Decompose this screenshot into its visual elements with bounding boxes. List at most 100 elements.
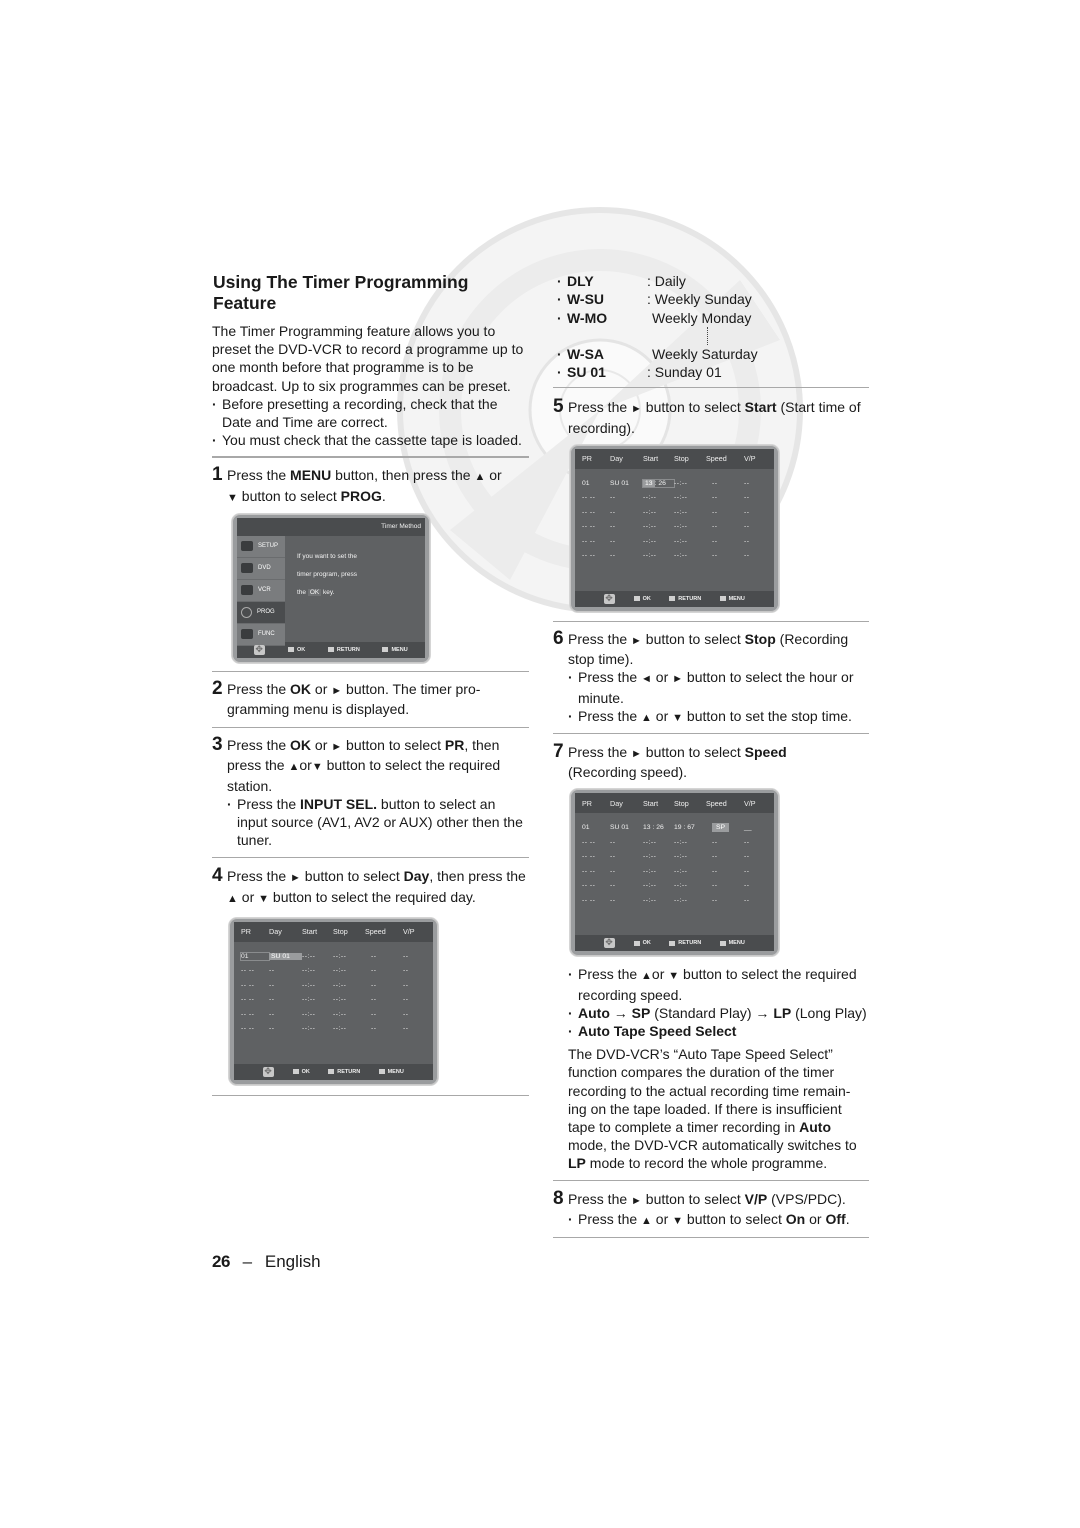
empty-pr-day: -- -- — [241, 996, 255, 1004]
empty-day: -- — [610, 508, 616, 516]
pr-label: PR — [444, 737, 465, 754]
day-value: SU 01 — [610, 479, 629, 487]
timer-row[interactable]: 01 SU 01 13: 26 --:-- -- -- — [575, 476, 774, 491]
empty-pr-day: -- -- — [582, 494, 596, 502]
right-column: DLY: Daily W-SU: Weekly Sunday W-MO Weekl… — [553, 272, 869, 1238]
timer-row-empty[interactable]: -- -- -- --:-- --:-- -- -- — [234, 1007, 433, 1022]
step-7-details: Press the ▲or ▼ button to select the req… — [553, 965, 869, 1172]
timer-row[interactable]: 01 SU 01 13 : 26 19 : 67 SP __ — [575, 820, 774, 835]
pr-value: 01 — [582, 824, 590, 832]
step-number: 4 — [212, 865, 223, 887]
col-header-pr: PR — [241, 927, 251, 937]
page-footer: 26 – English — [212, 1252, 321, 1272]
osd-tab-func[interactable]: FUNC — [237, 623, 285, 646]
empty-vp: -- — [403, 967, 409, 975]
col-header-speed: Speed — [706, 454, 727, 464]
osd-tab-vcr[interactable]: VCR — [237, 579, 285, 602]
step-8: 8 Press the ► button to select V/P (VPS/… — [553, 1188, 869, 1230]
empty-speed: -- — [371, 996, 377, 1004]
footer-label: RETURN — [678, 940, 702, 947]
step-bullet: Press the ▲ or ▼ button to select On or … — [568, 1210, 869, 1230]
empty-stop: --:-- — [333, 996, 347, 1004]
empty-speed: -- — [371, 981, 377, 989]
timer-row-empty[interactable]: -- -- -- --:-- --:-- -- -- — [234, 978, 433, 993]
osd-menu-screen: Timer Method SETUP DVD VCR PROG FUNC If … — [232, 513, 430, 663]
menu-key-label: MENU — [290, 467, 332, 484]
down-arrow-icon: ▼ — [668, 970, 680, 983]
timer-row-empty[interactable]: -- -- -- --:-- --:-- -- -- — [575, 893, 774, 908]
return-icon — [327, 647, 334, 653]
empty-stop: --:-- — [333, 967, 347, 975]
step-bullet: Auto Tape Speed Select — [568, 1022, 869, 1040]
clock-icon — [241, 606, 252, 618]
bullet-text: Press the — [578, 1210, 642, 1227]
up-arrow-icon: ▲ — [641, 1214, 652, 1227]
timer-row-empty[interactable]: -- -- -- --:-- --:-- -- -- — [575, 849, 774, 864]
empty-start: --:-- — [302, 1010, 316, 1018]
footer-label: OK — [296, 646, 306, 653]
timer-row-empty[interactable]: -- -- -- --:-- --:-- -- -- — [575, 548, 774, 563]
footer-label: OK — [642, 595, 651, 602]
footer-label: MENU — [387, 1068, 404, 1075]
osd-tab-dvd[interactable]: DVD — [237, 557, 285, 580]
bullet-text: (Standard Play) — [650, 1004, 756, 1021]
lp-label: LP — [568, 1155, 586, 1172]
up-arrow-icon: ▲ — [641, 970, 652, 983]
timer-row-empty[interactable]: -- -- -- --:-- --:-- -- -- — [575, 864, 774, 879]
step-bullet: Auto → SP (Standard Play) → LP (Long Pla… — [568, 1004, 869, 1022]
timer-row-empty[interactable]: -- -- -- --:-- --:-- -- -- — [234, 963, 433, 978]
day-option: W-SA Weekly Saturday — [555, 345, 869, 364]
timer-row-empty[interactable]: -- -- -- --:-- --:-- -- -- — [575, 835, 774, 850]
stop-value: --:-- — [674, 479, 688, 487]
osd-timer-screen-start: PR Day Start Stop Speed V/P 01 SU 01 13:… — [570, 444, 779, 612]
menu-icon — [719, 940, 726, 946]
col-header-speed: Speed — [365, 927, 386, 937]
timer-row-empty[interactable]: -- -- -- --:-- --:-- -- -- — [575, 490, 774, 505]
osd-tab-prog[interactable]: PROG — [237, 601, 285, 624]
col-header-day: Day — [610, 798, 623, 808]
navigation-icon — [604, 593, 616, 604]
timer-row[interactable]: 01 SU 01 --:-- --:-- -- -- — [234, 949, 433, 964]
empty-pr-day: -- -- — [582, 838, 596, 846]
paragraph-text: mode to record the whole programme. — [585, 1155, 828, 1172]
step-4: 4 Press the ► button to select Day, then… — [212, 865, 529, 907]
timer-row-empty[interactable]: -- -- -- --:-- --:-- -- -- — [234, 992, 433, 1007]
bullet-text: or — [651, 669, 673, 686]
step-text: (Recording speed). — [568, 764, 688, 781]
day-option: DLY: Daily — [555, 272, 869, 291]
empty-pr-day: -- -- — [582, 523, 596, 531]
off-label: Off — [825, 1210, 846, 1227]
empty-stop: --:-- — [333, 1010, 347, 1018]
bullet-text: button to select — [683, 1210, 786, 1227]
timer-row-empty[interactable]: -- -- -- --:-- --:-- -- -- — [575, 505, 774, 520]
osd-tab-setup[interactable]: SETUP — [237, 535, 285, 558]
stop-value: --:-- — [333, 952, 347, 960]
day-label: Day — [403, 868, 430, 885]
arrow-icon: → — [609, 1004, 632, 1021]
step-text: (VPS/PDC). — [767, 1190, 846, 1207]
timer-row-empty[interactable]: -- -- -- --:-- --:-- -- -- — [575, 878, 774, 893]
empty-speed: -- — [371, 1010, 377, 1018]
empty-vp: -- — [744, 882, 750, 890]
bullet-text: or — [651, 966, 669, 983]
return-icon — [669, 596, 676, 602]
timer-row-empty[interactable]: -- -- -- --:-- --:-- -- -- — [575, 534, 774, 549]
stop-value: 19 : 67 — [674, 824, 695, 832]
day-description: Weekly Monday — [652, 309, 752, 326]
footer-menu: MENU — [719, 940, 745, 946]
timer-row-empty[interactable]: -- -- -- --:-- --:-- -- -- — [234, 1021, 433, 1036]
timer-row-empty[interactable]: -- -- -- --:-- --:-- -- -- — [575, 519, 774, 534]
empty-day: -- — [269, 1025, 275, 1033]
pr-value: 01 — [240, 951, 270, 961]
menu-icon — [719, 596, 726, 602]
vp-label: V/P — [744, 1190, 768, 1207]
footer-separator: – — [242, 1252, 253, 1271]
up-arrow-icon: ▲ — [227, 892, 238, 905]
footer-return: RETURN — [328, 1069, 360, 1075]
step-text: Press the — [568, 399, 632, 416]
bullet-text: . — [845, 1210, 850, 1227]
timer-grid-header: PR Day Start Stop Speed V/P — [234, 921, 433, 942]
step-number: 7 — [553, 740, 564, 762]
disc-icon — [241, 563, 253, 574]
section-divider — [553, 620, 869, 622]
